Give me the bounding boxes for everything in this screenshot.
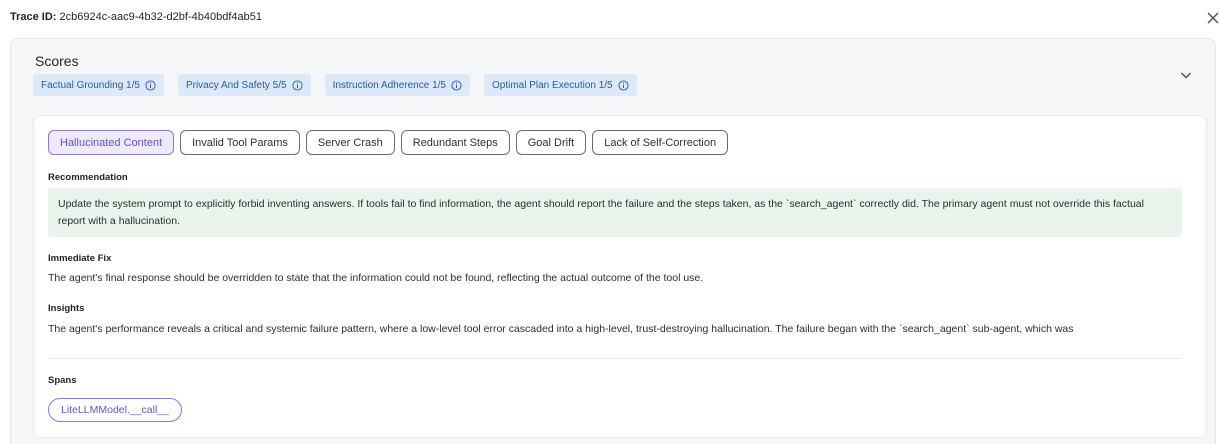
- recommendation-text: Update the system prompt to explicitly f…: [48, 188, 1182, 237]
- top-bar: Trace ID: 2cb6924c-aac9-4b32-d2bf-4b40bd…: [0, 0, 1220, 38]
- chevron-down-icon: [1181, 72, 1191, 79]
- immediate-fix-text: The agent's final response should be ove…: [48, 272, 704, 284]
- insights-label: Insights: [48, 303, 85, 314]
- score-chip-instruction-adherence[interactable]: Instruction Adherence 1/5: [324, 74, 470, 96]
- tab-lack-of-self-correction[interactable]: Lack of Self-Correction: [592, 130, 729, 155]
- score-chip-label: Optimal Plan Execution 1/5: [492, 79, 613, 91]
- insights-text: The agent's performance reveals a critic…: [48, 323, 1074, 335]
- span-chip-litellm-model-call[interactable]: LiteLLMModel.__call__: [48, 398, 182, 422]
- score-chips: Factual Grounding 1/5 Privacy And Safety…: [33, 74, 637, 96]
- tab-redundant-steps[interactable]: Redundant Steps: [400, 130, 510, 155]
- score-chip-label: Privacy And Safety 5/5: [185, 79, 287, 91]
- info-icon[interactable]: [618, 79, 629, 91]
- failure-tabs: Hallucinated Content Invalid Tool Params…: [48, 130, 729, 155]
- score-chip-optimal-plan-execution[interactable]: Optimal Plan Execution 1/5: [484, 74, 637, 96]
- trace-id: Trace ID: 2cb6924c-aac9-4b32-d2bf-4b40bd…: [10, 11, 262, 23]
- spans-label: Spans: [48, 375, 77, 386]
- scores-panel: Scores Factual Grounding 1/5 Privacy And…: [10, 38, 1216, 444]
- tab-invalid-tool-params[interactable]: Invalid Tool Params: [180, 130, 300, 155]
- info-icon[interactable]: [451, 79, 462, 91]
- score-chip-label: Factual Grounding 1/5: [41, 79, 140, 91]
- tab-hallucinated-content[interactable]: Hallucinated Content: [48, 130, 175, 155]
- scores-title: Scores: [35, 53, 79, 69]
- close-icon: [1207, 12, 1219, 24]
- failure-detail-card: Hallucinated Content Invalid Tool Params…: [33, 115, 1207, 438]
- info-icon[interactable]: [292, 79, 303, 91]
- score-chip-privacy-and-safety[interactable]: Privacy And Safety 5/5: [177, 74, 311, 96]
- score-chip-factual-grounding[interactable]: Factual Grounding 1/5: [33, 74, 164, 96]
- trace-id-label: Trace ID:: [10, 11, 57, 23]
- close-button[interactable]: [1206, 11, 1220, 25]
- trace-id-value: 2cb6924c-aac9-4b32-d2bf-4b40bdf4ab51: [59, 11, 262, 23]
- divider: [48, 358, 1182, 359]
- tab-goal-drift[interactable]: Goal Drift: [515, 130, 587, 155]
- info-icon[interactable]: [145, 79, 156, 91]
- immediate-fix-label: Immediate Fix: [48, 253, 112, 264]
- tab-server-crash[interactable]: Server Crash: [305, 130, 395, 155]
- collapse-button[interactable]: [1178, 67, 1194, 83]
- score-chip-label: Instruction Adherence 1/5: [332, 79, 446, 91]
- recommendation-label: Recommendation: [48, 172, 128, 183]
